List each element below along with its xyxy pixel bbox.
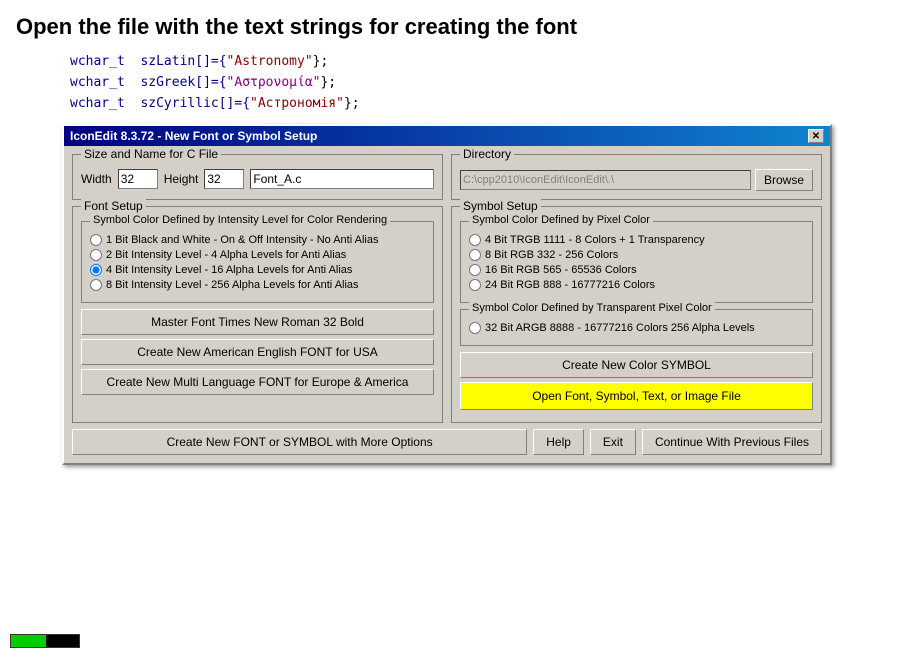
transparent-label-1: 32 Bit ARGB 8888 - 16777216 Colors 256 A… [485,322,755,334]
open-file-button[interactable]: Open Font, Symbol, Text, or Image File [460,382,813,410]
height-label: Height [164,172,199,186]
code-var-1: szLatin[]={ [140,54,226,69]
width-label: Width [81,172,112,186]
pixel-radio-row-3: 16 Bit RGB 565 - 65536 Colors [469,264,804,276]
size-name-row: Width Height [81,169,434,189]
intensity-label-1: 1 Bit Black and White - On & Off Intensi… [106,234,378,246]
intensity-label-2: 2 Bit Intensity Level - 4 Alpha Levels f… [106,249,346,261]
symbol-setup-label: Symbol Setup [460,199,541,213]
create-more-button[interactable]: Create New FONT or SYMBOL with More Opti… [72,429,527,455]
dialog-close-button[interactable]: ✕ [808,129,824,143]
pixel-label-4: 24 Bit RGB 888 - 16777216 Colors [485,279,655,291]
font-setup-group: Font Setup Symbol Color Defined by Inten… [72,206,443,423]
dialog-titlebar: IconEdit 8.3.72 - New Font or Symbol Set… [64,126,830,146]
pixel-label-2: 8 Bit RGB 332 - 256 Colors [485,249,618,261]
browse-button[interactable]: Browse [755,169,813,191]
intensity-group: Symbol Color Defined by Intensity Level … [81,221,434,303]
intensity-label-3: 4 Bit Intensity Level - 16 Alpha Levels … [106,264,352,276]
font-setup-label: Font Setup [81,199,146,213]
size-name-group: Size and Name for C File Width Height [72,154,443,200]
pixel-color-group: Symbol Color Defined by Pixel Color 4 Bi… [460,221,813,303]
page-title: Open the file with the text strings for … [16,14,882,40]
code-string-1: "Astronomy" [227,54,313,69]
help-button[interactable]: Help [533,429,584,455]
bottom-row: Create New FONT or SYMBOL with More Opti… [72,429,822,455]
code-keyword-2: wchar_t [70,75,125,90]
code-string-2: "Αστρονομία" [227,75,321,90]
progress-bar-container [10,634,80,648]
radio-row-4: 8 Bit Intensity Level - 256 Alpha Levels… [90,279,425,291]
middle-row: Font Setup Symbol Color Defined by Inten… [72,206,822,423]
code-line-1: wchar_t szLatin[]={"Astronomy"}; [70,52,882,73]
exit-button[interactable]: Exit [590,429,636,455]
pixel-radio-row-2: 8 Bit RGB 332 - 256 Colors [469,249,804,261]
top-row: Size and Name for C File Width Height Di… [72,154,822,200]
pixel-color-label: Symbol Color Defined by Pixel Color [469,214,653,226]
filename-input[interactable] [250,169,434,189]
master-font-button[interactable]: Master Font Times New Roman 32 Bold [81,309,434,335]
intensity-radio-3[interactable] [90,264,102,276]
intensity-label-4: 8 Bit Intensity Level - 256 Alpha Levels… [106,279,359,291]
code-line-3: wchar_t szCyrillic[]={"Астрономiя"}; [70,94,882,115]
directory-input[interactable] [460,170,751,190]
dialog-window: IconEdit 8.3.72 - New Font or Symbol Set… [62,124,832,465]
continue-button[interactable]: Continue With Previous Files [642,429,822,455]
bottom-left: Create New FONT or SYMBOL with More Opti… [72,429,527,455]
pixel-radio-row-4: 24 Bit RGB 888 - 16777216 Colors [469,279,804,291]
transparent-radio-row-1: 32 Bit ARGB 8888 - 16777216 Colors 256 A… [469,322,804,334]
dialog-body: Size and Name for C File Width Height Di… [64,146,830,463]
radio-row-2: 2 Bit Intensity Level - 4 Alpha Levels f… [90,249,425,261]
pixel-radio-2[interactable] [469,249,481,261]
create-multilang-button[interactable]: Create New Multi Language FONT for Europ… [81,369,434,395]
radio-row-3: 4 Bit Intensity Level - 16 Alpha Levels … [90,264,425,276]
create-american-button[interactable]: Create New American English FONT for USA [81,339,434,365]
code-var-2: szGreek[]={ [140,75,226,90]
code-keyword-3: wchar_t [70,96,125,111]
intensity-group-label: Symbol Color Defined by Intensity Level … [90,214,390,226]
pixel-radio-4[interactable] [469,279,481,291]
pixel-radio-row-1: 4 Bit TRGB 1111 - 8 Colors + 1 Transpare… [469,234,804,246]
bottom-right: Help Exit Continue With Previous Files [533,429,822,455]
directory-label: Directory [460,147,514,161]
create-symbol-button[interactable]: Create New Color SYMBOL [460,352,813,378]
code-line-2: wchar_t szGreek[]={"Αστρονομία"}; [70,73,882,94]
progress-bar-fill [11,635,46,647]
code-var-3: szCyrillic[]={ [140,96,250,111]
intensity-radio-2[interactable] [90,249,102,261]
pixel-label-3: 16 Bit RGB 565 - 65536 Colors [485,264,637,276]
transparent-group-label: Symbol Color Defined by Transparent Pixe… [469,302,715,314]
dialog-title: IconEdit 8.3.72 - New Font or Symbol Set… [70,129,317,143]
transparent-group: Symbol Color Defined by Transparent Pixe… [460,309,813,346]
transparent-radio-1[interactable] [469,322,481,334]
height-input[interactable] [204,169,244,189]
progress-area [10,634,80,648]
radio-row-1: 1 Bit Black and White - On & Off Intensi… [90,234,425,246]
pixel-label-1: 4 Bit TRGB 1111 - 8 Colors + 1 Transpare… [485,234,705,246]
code-keyword-1: wchar_t [70,54,125,69]
size-name-label: Size and Name for C File [81,147,221,161]
pixel-radio-1[interactable] [469,234,481,246]
pixel-radio-3[interactable] [469,264,481,276]
code-string-3: "Астрономiя" [250,96,344,111]
symbol-setup-group: Symbol Setup Symbol Color Defined by Pix… [451,206,822,423]
width-input[interactable] [118,169,158,189]
intensity-radio-1[interactable] [90,234,102,246]
page-header: Open the file with the text strings for … [0,0,898,48]
directory-group: Directory Browse [451,154,822,200]
dir-row: Browse [460,169,813,191]
code-block: wchar_t szLatin[]={"Astronomy"}; wchar_t… [0,48,898,124]
intensity-radio-4[interactable] [90,279,102,291]
